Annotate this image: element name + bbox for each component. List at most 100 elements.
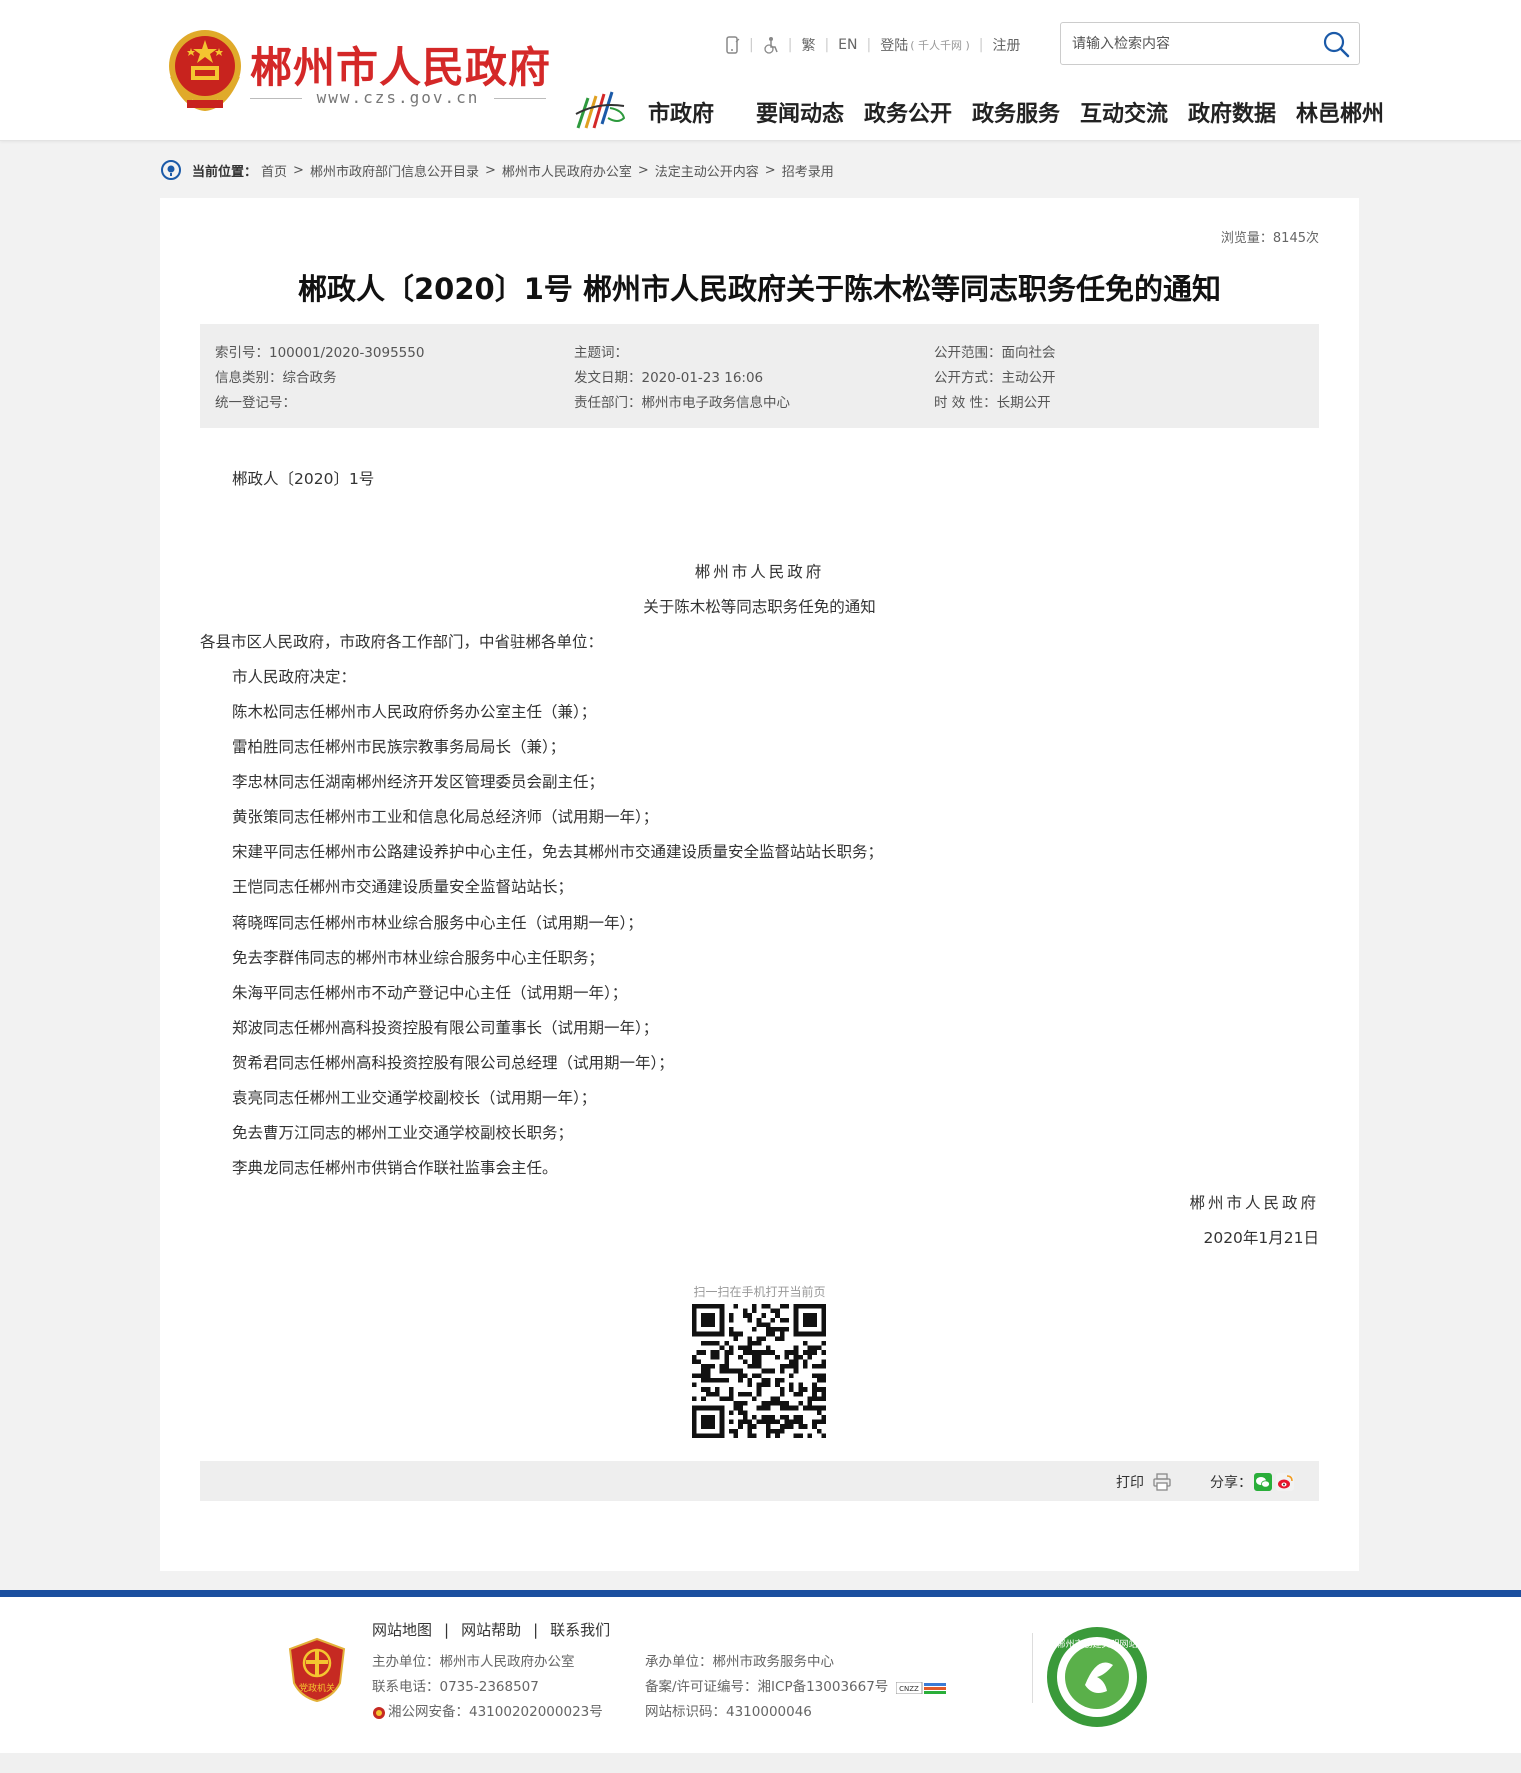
print-button[interactable]: 打印 [1116,1472,1172,1492]
register-link[interactable]: 注册 [993,35,1021,55]
appointment-item: 雷柏胜同志任郴州市民族宗教事务局局长（兼）； [232,738,566,756]
nav-item-gov-data[interactable]: 政府数据 [1188,96,1296,128]
site-header: 郴州市人民政府 www.czs.gov.cn | | 繁 | EN | 登陆( … [0,0,1521,141]
top-utility-bar: | | 繁 | EN | 登陆( 千人千网 ) | 注册 [724,34,1021,56]
document-issuer: 郴州市人民政府 [694,563,825,581]
traditional-chinese-link[interactable]: 繁 [801,35,815,55]
nav-item-interaction[interactable]: 互动交流 [1080,96,1188,128]
weibo-icon[interactable] [1276,1473,1294,1491]
badge-right-text: 郴州市创建文明网站 [1056,1638,1137,1650]
share-label: 分享： [1210,1475,1252,1491]
share-bar: 打印 分享： [200,1461,1319,1501]
english-link[interactable]: EN [838,37,857,53]
login-link[interactable]: 登陆( 千人千网 ) [880,35,970,55]
footer-links: 网站地图 | 网站帮助 | 联系我们 [372,1619,611,1640]
icp-text: 备案/许可证编号：湘ICP备13003667号 [645,1679,889,1695]
domain-text: www.czs.gov.cn [316,88,480,107]
accessibility-icon[interactable] [763,36,779,54]
breadcrumb-separator: > [764,162,776,178]
meta-index-no: 索引号：100001/2020-3095550 [215,345,425,361]
appointment-item: 李典龙同志任郴州市供销合作联社监事会主任。 [232,1159,558,1177]
share-group: 分享： [1210,1472,1294,1492]
meta-keywords: 主题词： [574,345,628,361]
linyi-chenzhou-logo-icon [575,91,626,129]
appointment-item: 贺希君同志任郴州高科投资控股有限公司总经理（试用期一年）； [232,1054,674,1072]
document-number: 郴政人〔2020〕1号 [232,470,375,488]
nav-item-gov-service[interactable]: 政务服务 [972,96,1080,128]
mobile-icon[interactable] [724,36,740,54]
svg-text:CNZZ: CNZZ [899,1685,919,1693]
meta-column-1: 索引号：100001/2020-3095550 信息类别：综合政务 统一登记号： [215,341,424,416]
main-nav: 市政府 要闻动态 政务公开 政务服务 互动交流 政府数据 林邑郴州 [648,96,1404,128]
meta-info-panel: 索引号：100001/2020-3095550 信息类别：综合政务 统一登记号：… [200,324,1319,428]
footer-link-contact[interactable]: 联系我们 [550,1619,610,1640]
civilized-website-badge-icon[interactable]: 郴州市创建文明网站 [1045,1625,1149,1729]
search-box [1060,22,1360,65]
appointment-item: 蒋晓晖同志任郴州市林业综合服务中心主任（试用期一年）； [232,914,643,932]
document-subtitle: 关于陈木松等同志职务任免的通知 [643,598,876,616]
police-badge-icon [373,1706,385,1719]
footer-phone: 联系电话：0735-2368507 [372,1679,539,1695]
footer-site-id: 网站标识码：4310000046 [645,1704,812,1720]
meta-column-2: 主题词： 发文日期：2020-01-23 16:06 责任部门：郴州市电子政务信… [574,341,790,416]
appointment-item: 陈木松同志任郴州市人民政府侨务办公室主任（兼）； [232,703,597,721]
footer-bottom-strip [0,1753,1521,1773]
footer-police-record[interactable]: 湘公网安备：43100202000023号 [372,1700,603,1725]
nav-item-news[interactable]: 要闻动态 [756,96,864,128]
appointment-item: 宋建平同志任郴州市公路建设养护中心主任，免去其郴州市交通建设质量安全监督站站长职… [232,843,884,861]
police-record-text: 湘公网安备：43100202000023号 [388,1704,603,1720]
breadcrumb-home[interactable]: 首页 [261,161,287,180]
document-decision: 市人民政府决定： [232,668,357,686]
footer-organizer: 承办单位：郴州市政务服务中心 [645,1654,834,1670]
login-label: 登陆 [880,38,909,54]
appointment-item: 朱海平同志任郴州市不动产登记中心主任（试用期一年）； [232,984,628,1002]
meta-department: 责任部门：郴州市电子政务信息中心 [574,395,790,411]
wechat-icon[interactable] [1254,1473,1272,1491]
breadcrumb-separator: > [637,162,649,178]
breadcrumb-separator: > [484,162,496,178]
printer-icon [1153,1473,1171,1491]
appointment-item: 郑波同志任郴州高科投资控股有限公司董事长（试用期一年）； [232,1019,659,1037]
breadcrumb-separator: > [293,162,304,178]
document-date: 2020年1月21日 [1203,1229,1319,1247]
party-government-badge-icon[interactable]: 党政机关 [288,1637,346,1703]
search-input[interactable] [1061,23,1311,64]
site-title[interactable]: 郴州市人民政府 [250,34,551,95]
footer-top-border [0,1590,1521,1597]
nav-item-gov-open[interactable]: 政务公开 [864,96,972,128]
meta-validity: 时 效 性：长期公开 [934,395,1051,411]
footer-icp[interactable]: 备案/许可证编号：湘ICP备13003667号 CNZZ [645,1675,947,1700]
breadcrumb-recruitment[interactable]: 招考录用 [782,161,834,180]
footer-link-sitemap[interactable]: 网站地图 [372,1619,432,1640]
breadcrumb-gov-office[interactable]: 郴州市人民政府办公室 [502,161,632,180]
qr-caption: 扫一扫在手机打开当前页 [693,1285,826,1299]
breadcrumb-label: 当前位置： [192,164,258,180]
nav-item-city-gov[interactable]: 市政府 [648,96,756,128]
nav-item-linyi[interactable]: 林邑郴州 [1296,96,1404,128]
meta-registration-no: 统一登记号： [215,395,296,411]
search-icon[interactable] [1321,29,1351,59]
footer-sponsor: 主办单位：郴州市人民政府办公室 [372,1654,575,1670]
article-card: 浏览量：8145次 郴政人〔2020〕1号 郴州市人民政府关于陈木松等同志职务任… [160,198,1359,1571]
print-label: 打印 [1116,1475,1144,1491]
view-count: 浏览量：8145次 [1220,231,1319,246]
footer-link-help[interactable]: 网站帮助 [461,1619,521,1640]
badge-left-text: 党政机关 [299,1682,335,1694]
appointment-item: 免去曹万江同志的郴州工业交通学校副校长职务； [232,1124,574,1142]
article-title: 郴政人〔2020〕1号 郴州市人民政府关于陈木松等同志职务任免的通知 [298,272,1221,306]
meta-method: 公开方式：主动公开 [934,370,1056,386]
meta-column-3: 公开范围：面向社会 公开方式：主动公开 时 效 性：长期公开 [934,341,1056,416]
document-salutation: 各县市区人民政府，市政府各工作部门，中省驻郴各单位： [200,633,604,651]
site-domain: www.czs.gov.cn [250,88,546,108]
cnzz-stats-icon[interactable]: CNZZ [896,1681,947,1694]
national-emblem-icon [169,30,241,112]
location-pin-icon [161,160,181,180]
meta-scope: 公开范围：面向社会 [934,345,1056,361]
breadcrumb-dept-catalog[interactable]: 郴州市政府部门信息公开目录 [310,161,479,180]
site-footer: 党政机关 网站地图 | 网站帮助 | 联系我们 主办单位：郴州市人民政府办公室 … [0,1597,1521,1753]
appointment-item: 免去李群伟同志的郴州市林业综合服务中心主任职务； [232,949,605,967]
appointment-item: 王恺同志任郴州市交通建设质量安全监督站站长； [232,878,574,896]
footer-divider [1032,1633,1033,1703]
breadcrumb: 当前位置： 首页 > 郴州市政府部门信息公开目录 > 郴州市人民政府办公室 > … [160,158,834,182]
breadcrumb-legal-content[interactable]: 法定主动公开内容 [655,161,759,180]
